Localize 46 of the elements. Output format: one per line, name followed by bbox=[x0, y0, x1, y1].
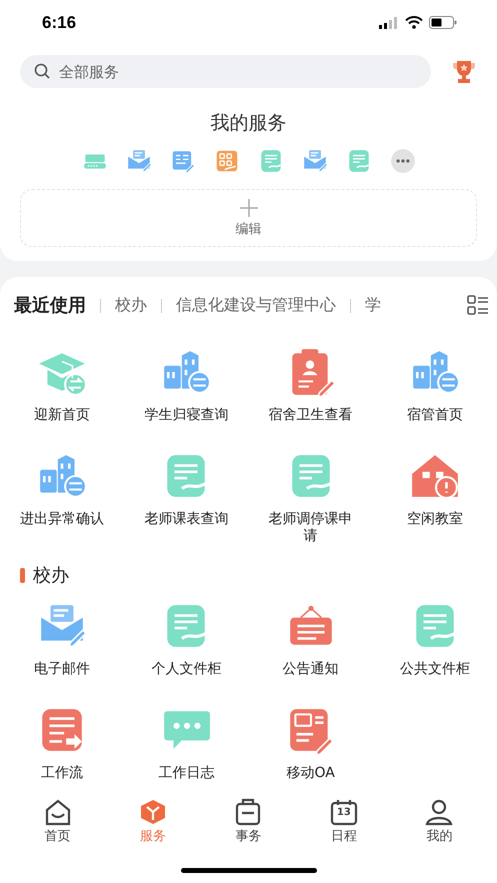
status-time: 6:16 bbox=[42, 12, 76, 32]
section-title: 校办 bbox=[33, 564, 69, 587]
grid-hand-icon bbox=[214, 148, 240, 174]
service-label[interactable]: 老师调停课申请 bbox=[264, 511, 358, 545]
home-icon bbox=[44, 798, 72, 826]
category-tab[interactable]: 学 bbox=[365, 291, 381, 324]
edit-button[interactable]: 编辑 bbox=[20, 189, 477, 247]
search-field[interactable]: 全部服务 bbox=[20, 55, 431, 88]
search-field[interactable]: 全部服务 bbox=[59, 62, 417, 80]
category-tab[interactable]: 信息化建设与管理中心 bbox=[176, 291, 336, 324]
plus-icon bbox=[238, 198, 258, 218]
service-label[interactable]: 宿舍卫生查看 bbox=[268, 407, 353, 424]
search-icon bbox=[34, 63, 51, 80]
battery-icon bbox=[429, 16, 457, 29]
person-icon bbox=[425, 798, 454, 826]
envelope-pen-icon bbox=[302, 148, 328, 174]
service-label[interactable]: 工作日志 bbox=[158, 765, 214, 782]
list-view-icon[interactable] bbox=[467, 295, 489, 315]
service-label[interactable]: 老师课表查询 bbox=[144, 511, 228, 528]
section-title: 我的服务 bbox=[210, 111, 288, 136]
section-marker bbox=[20, 568, 25, 582]
category-tab[interactable]: 校办 bbox=[115, 291, 147, 324]
service-label[interactable]: 迎新首页 bbox=[34, 407, 90, 424]
calendar-day: 13 bbox=[330, 807, 358, 818]
nav-tab[interactable]: 事务 bbox=[218, 798, 278, 842]
service-label[interactable]: 电子邮件 bbox=[34, 661, 90, 678]
service-label[interactable]: 学生归寝查询 bbox=[144, 407, 228, 424]
service-label[interactable]: 公告通知 bbox=[282, 661, 339, 678]
nav-tab[interactable]: 首页 bbox=[28, 798, 88, 842]
nav-tab[interactable]: 13 日程 bbox=[314, 798, 374, 842]
briefcase-icon bbox=[234, 798, 262, 826]
trophy-icon[interactable] bbox=[451, 60, 477, 84]
service-label[interactable]: 公共文件柜 bbox=[400, 661, 470, 678]
service-label[interactable]: 空闲教室 bbox=[406, 511, 463, 528]
more-icon bbox=[390, 148, 416, 174]
category-tab[interactable]: 最近使用 bbox=[14, 291, 86, 325]
service-label[interactable]: 宿管首页 bbox=[406, 407, 463, 424]
wifi-icon bbox=[405, 16, 423, 29]
service-label[interactable]: 工作流 bbox=[41, 765, 84, 782]
service-label[interactable]: 进出异常确认 bbox=[20, 511, 104, 528]
calendar-icon bbox=[330, 798, 358, 826]
service-label[interactable]: 移动OA bbox=[286, 765, 335, 782]
nav-tab[interactable]: 我的 bbox=[409, 798, 470, 842]
signal-icon bbox=[379, 16, 399, 28]
envelope-pen-icon bbox=[126, 148, 152, 174]
service-label[interactable]: 个人文件柜 bbox=[151, 661, 222, 678]
